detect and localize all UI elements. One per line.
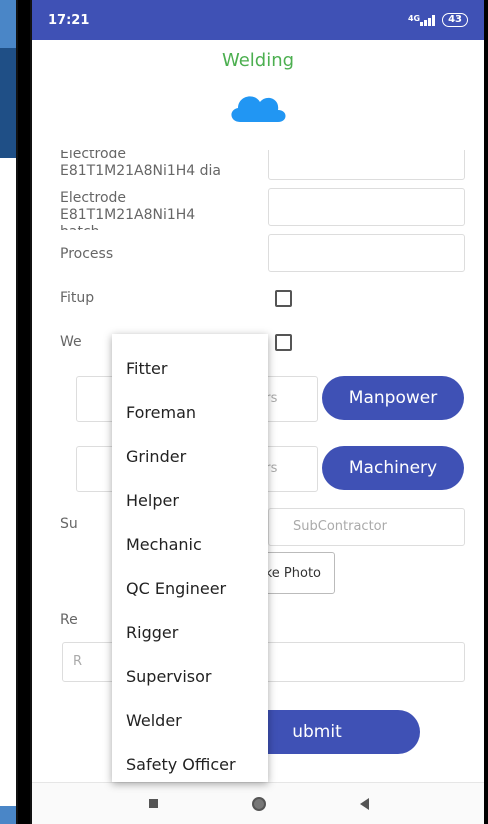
process-label: Process (60, 246, 114, 262)
dropdown-item-mechanic[interactable]: Mechanic (112, 522, 268, 566)
dropdown-item-welder[interactable]: Welder (112, 698, 268, 742)
screenshot-frame: 17:21 4G 43 Welding Electrode E81T1M21A8… (0, 0, 488, 824)
background-window-strip (0, 0, 16, 48)
remarks-label: Re (60, 612, 78, 628)
status-bar: 17:21 4G 43 (32, 0, 484, 40)
page-title: Welding (221, 50, 295, 71)
dropdown-item-fitter[interactable]: Fitter (112, 346, 268, 390)
status-right: 4G 43 (408, 13, 468, 27)
cloud-upload-icon[interactable] (32, 88, 484, 124)
battery-icon: 43 (442, 13, 468, 27)
dropdown-item-foreman[interactable]: Foreman (112, 390, 268, 434)
home-icon[interactable] (252, 796, 266, 811)
dropdown-item-rigger[interactable]: Rigger (112, 610, 268, 654)
recents-icon[interactable] (149, 799, 158, 808)
subcontractor-label: Su (60, 516, 78, 532)
dropdown-item-supervisor[interactable]: Supervisor (112, 654, 268, 698)
weld-checkbox[interactable] (275, 334, 292, 351)
dropdown-item-helper[interactable]: Helper (112, 478, 268, 522)
signal-icon: 4G (408, 14, 436, 27)
fitup-label: Fitup (60, 290, 95, 306)
electrode-dia-input[interactable] (268, 150, 465, 180)
process-input[interactable] (268, 234, 465, 272)
phone-screen: 17:21 4G 43 Welding Electrode E81T1M21A8… (30, 0, 484, 824)
role-dropdown-menu: Fitter Foreman Grinder Helper Mechanic QC Eng… (112, 334, 268, 782)
android-nav-bar (32, 782, 484, 824)
dropdown-item-grinder[interactable]: Grinder (112, 434, 268, 478)
background-window-edge (0, 0, 18, 824)
background-window-strip (0, 806, 16, 824)
manpower-button[interactable]: Manpower (322, 376, 464, 420)
subcontractor-input[interactable]: SubContractor (268, 508, 465, 546)
background-window-strip (0, 48, 16, 158)
dropdown-item-qc-engineer[interactable]: QC Engineer (112, 566, 268, 610)
electrode-batch-label: Electrode E81T1M21A8Ni1H4 batch (60, 190, 196, 230)
electrode-dia-label: Electrode E81T1M21A8Ni1H4 dia (60, 150, 222, 179)
back-icon[interactable] (360, 797, 369, 810)
status-time: 17:21 (48, 12, 90, 28)
electrode-batch-input[interactable] (268, 188, 465, 226)
machinery-button[interactable]: Machinery (322, 446, 464, 490)
weld-label: We (60, 334, 82, 350)
fitup-checkbox[interactable] (275, 290, 292, 307)
dropdown-item-safety-officer[interactable]: Safety Officer (112, 742, 268, 786)
